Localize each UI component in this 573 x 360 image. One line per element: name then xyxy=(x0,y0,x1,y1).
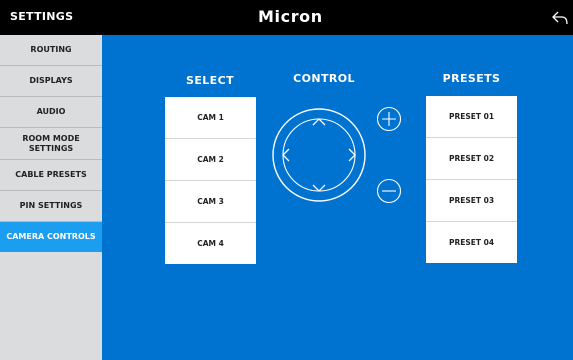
zoom-in-plus-icon[interactable] xyxy=(376,106,402,132)
arrow-up-icon[interactable] xyxy=(306,108,332,134)
control-heading: CONTROL xyxy=(293,72,355,85)
select-heading: SELECT xyxy=(186,74,234,87)
sidebar-item-audio[interactable]: AUDIO xyxy=(0,97,102,128)
app-title: SETTINGS xyxy=(10,10,74,23)
preset-label: PRESET 03 xyxy=(448,196,495,205)
preset-label: PRESET 01 xyxy=(448,112,495,121)
back-arrow-icon[interactable] xyxy=(552,10,568,25)
preset-label: PRESET 04 xyxy=(448,238,495,247)
sidebar-item-label: DISPLAYS xyxy=(29,76,73,85)
preset-label: PRESET 02 xyxy=(448,154,495,163)
camera-button-4[interactable]: CAM 4 xyxy=(165,223,256,264)
camera-label: CAM 4 xyxy=(197,239,224,248)
camera-label: CAM 1 xyxy=(197,113,224,122)
sidebar-item-label: ROUTING xyxy=(30,45,72,54)
preset-button-02[interactable]: PRESET 02 xyxy=(426,138,517,180)
sidebar-item-label: CAMERA CONTROLS xyxy=(6,232,96,241)
camera-button-1[interactable]: CAM 1 xyxy=(165,97,256,139)
sidebar-item-cable-presets[interactable]: CABLE PRESETS xyxy=(0,160,102,191)
preset-button-04[interactable]: PRESET 04 xyxy=(426,222,517,263)
ptz-directional-pad xyxy=(270,106,368,204)
brand-logo: Micron xyxy=(258,7,323,26)
camera-label: CAM 3 xyxy=(197,197,224,206)
top-bar: SETTINGS Micron xyxy=(0,0,573,35)
sidebar: ROUTING DISPLAYS AUDIO ROOM MODE SETTING… xyxy=(0,35,102,360)
camera-controls-panel: SELECT CAM 1 CAM 2 CAM 3 CAM 4 CONTROL P… xyxy=(102,35,573,360)
arrow-down-icon[interactable] xyxy=(306,176,332,202)
zoom-out-minus-icon[interactable] xyxy=(376,178,402,204)
camera-select-list: CAM 1 CAM 2 CAM 3 CAM 4 xyxy=(165,97,256,264)
presets-list: PRESET 01 PRESET 02 PRESET 03 PRESET 04 xyxy=(426,96,517,263)
sidebar-item-label: ROOM MODE SETTINGS xyxy=(22,133,80,153)
sidebar-item-label: CABLE PRESETS xyxy=(15,170,87,179)
camera-button-2[interactable]: CAM 2 xyxy=(165,139,256,181)
preset-button-03[interactable]: PRESET 03 xyxy=(426,180,517,222)
camera-label: CAM 2 xyxy=(197,155,224,164)
sidebar-item-pin-settings[interactable]: PIN SETTINGS xyxy=(0,191,102,222)
arrow-left-icon[interactable] xyxy=(272,142,298,168)
sidebar-item-camera-controls[interactable]: CAMERA CONTROLS xyxy=(0,222,102,252)
sidebar-item-label: PIN SETTINGS xyxy=(19,201,83,210)
sidebar-item-routing[interactable]: ROUTING xyxy=(0,35,102,66)
sidebar-item-room-mode-settings[interactable]: ROOM MODE SETTINGS xyxy=(0,128,102,160)
arrow-right-icon[interactable] xyxy=(340,142,366,168)
sidebar-item-displays[interactable]: DISPLAYS xyxy=(0,66,102,97)
sidebar-item-label: AUDIO xyxy=(36,107,66,116)
presets-heading: PRESETS xyxy=(442,72,501,85)
preset-button-01[interactable]: PRESET 01 xyxy=(426,96,517,138)
camera-button-3[interactable]: CAM 3 xyxy=(165,181,256,223)
